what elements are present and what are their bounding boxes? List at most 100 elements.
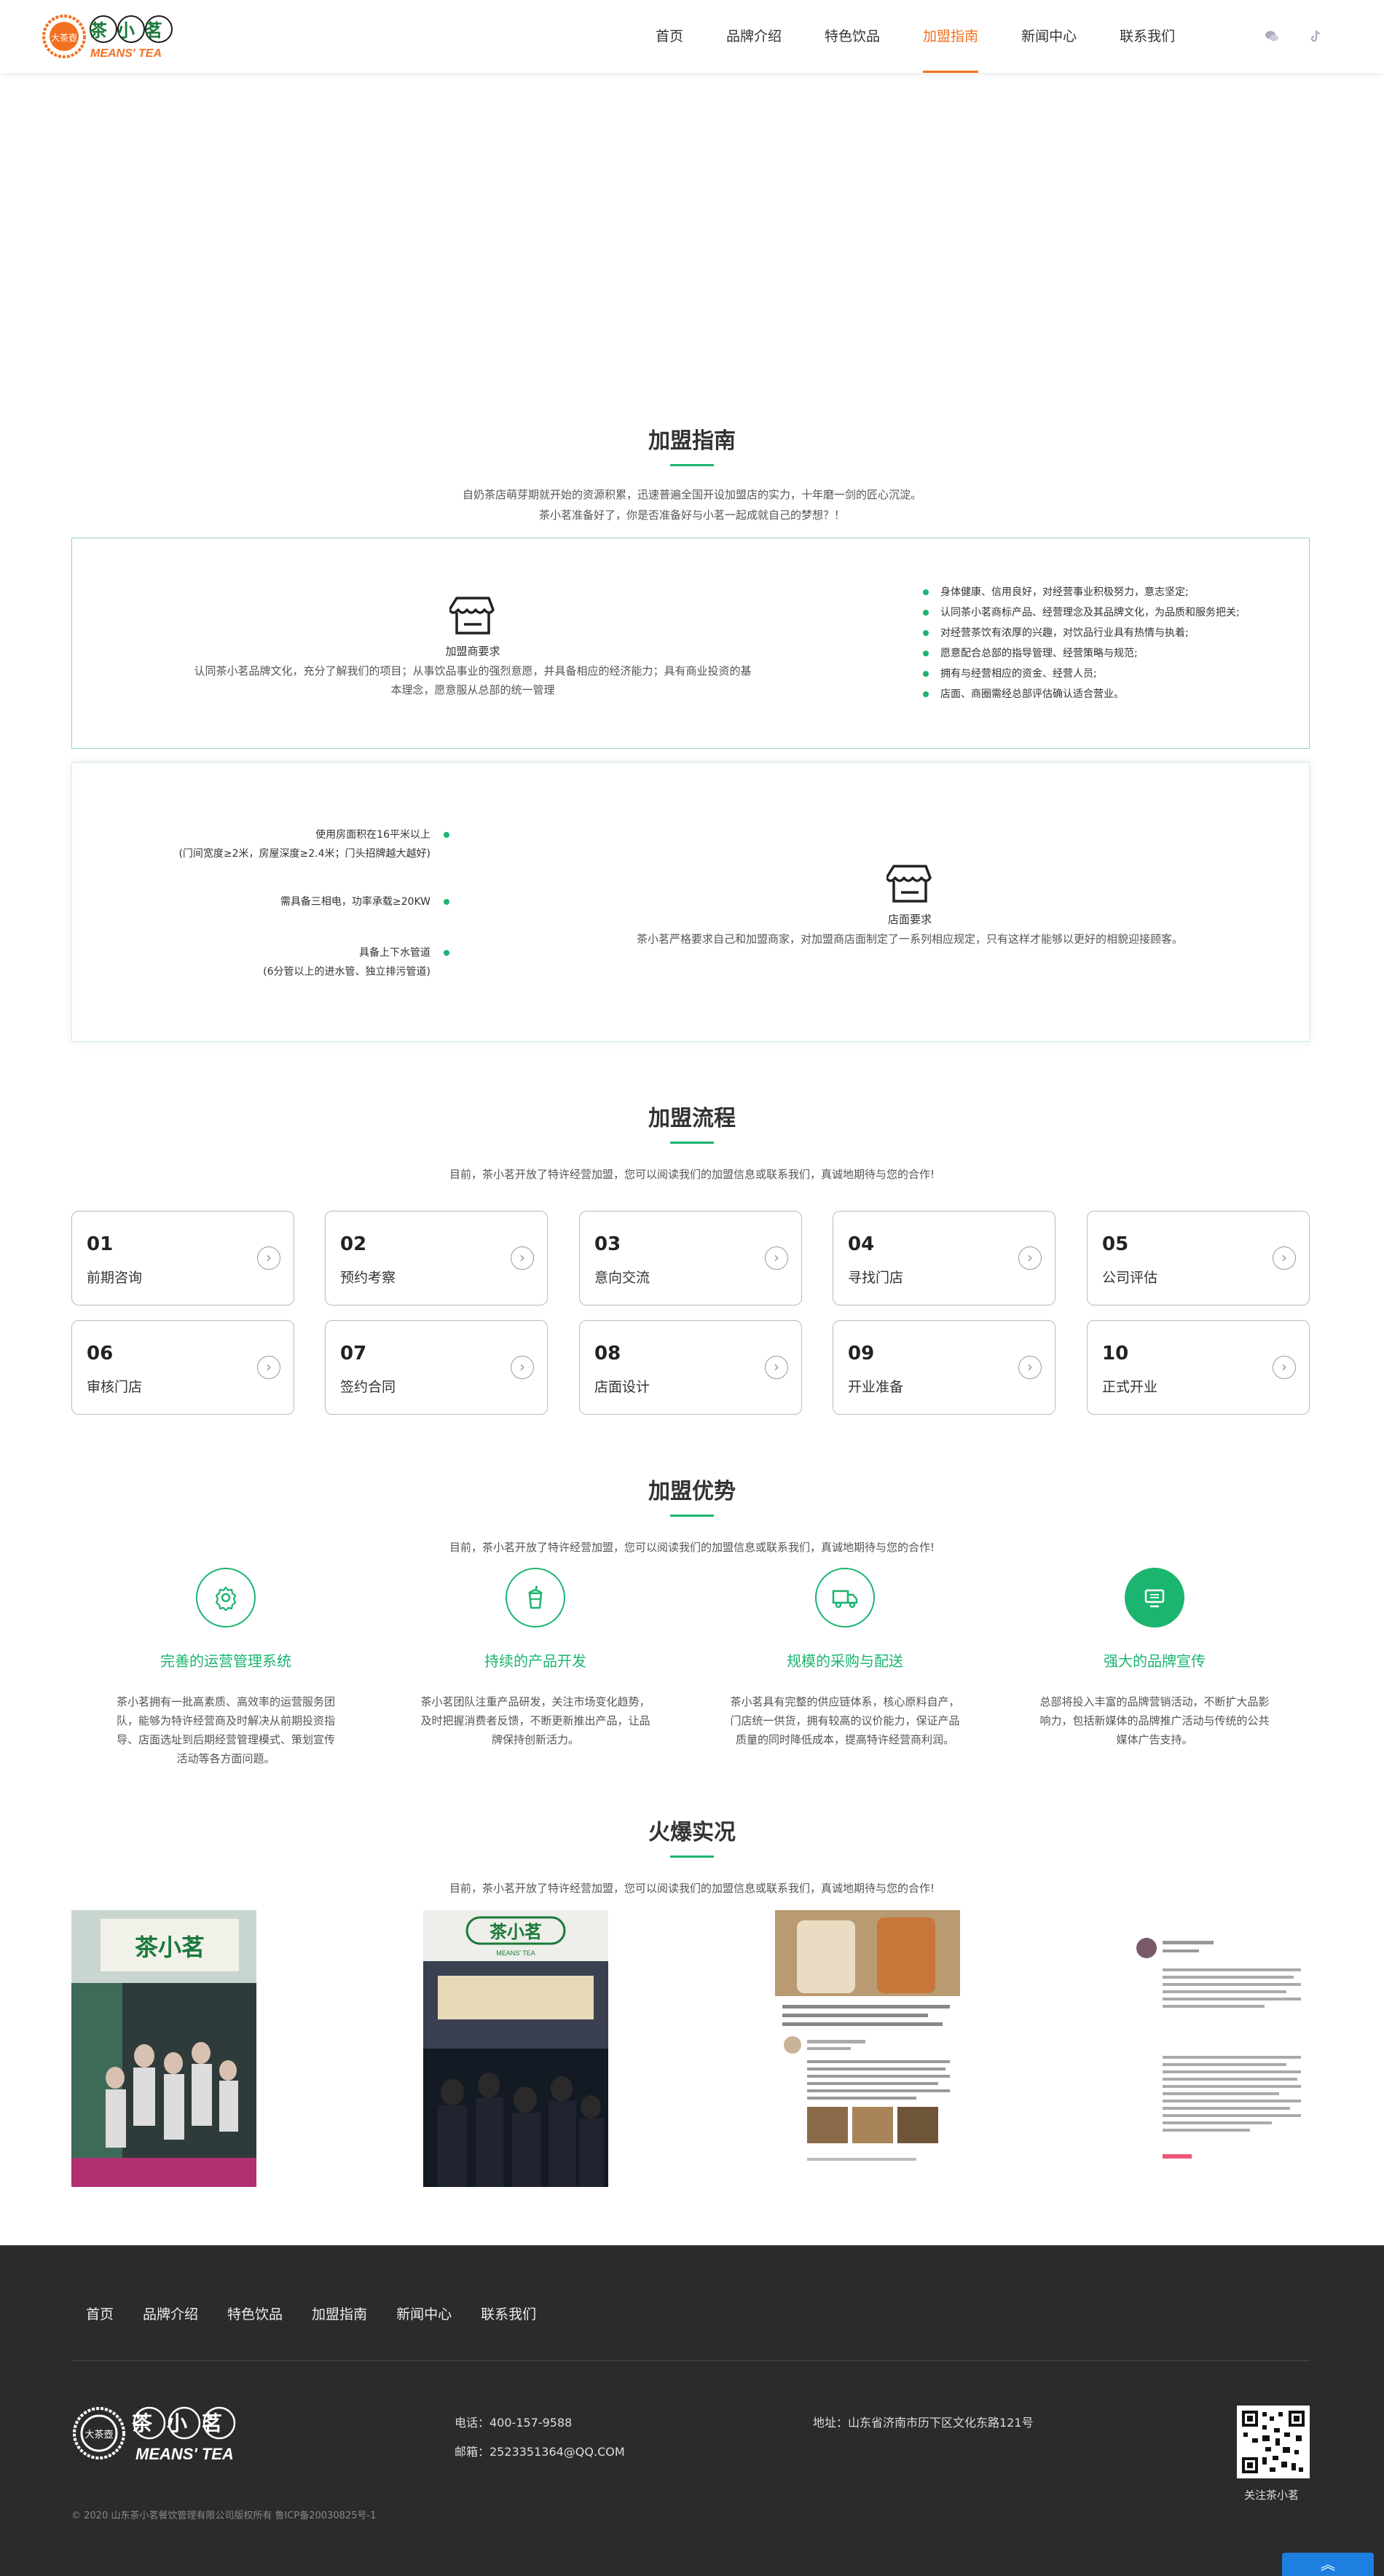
list-item: 身体健康、信用良好，对经营事业积极努力，意志坚定; — [923, 582, 1240, 602]
store-requirements-label: 店面要求 — [887, 913, 932, 926]
store-bullet-water: 具备上下水管道 (6分管以上的进水管、独立排污管道) — [263, 943, 449, 981]
step-label: 意向交流 — [594, 1270, 650, 1286]
franchisee-text-line2: 本理念，愿意服从总部的统一管理 — [390, 683, 555, 696]
store-bullet-line: 需具备三相电，功率承载≥20KW — [280, 896, 430, 908]
franchisee-requirements: 加盟商要求 认同茶小茗品牌文化，充分了解我们的项目；从事饮品事业的强烈意愿，并具… — [145, 594, 801, 699]
list-item: 愿意配合总部的指导管理、经营策略与规范; — [923, 643, 1240, 664]
process-step-card[interactable]: 05 公司评估 › — [1087, 1211, 1310, 1305]
showcase-photo[interactable]: 茶小茗 MEANS' TEA — [423, 1910, 608, 2187]
step-label: 店面设计 — [594, 1379, 650, 1395]
process-step-card[interactable]: 09 开业准备 › — [833, 1320, 1055, 1415]
step-number: 10 — [1102, 1343, 1129, 1364]
showcase-photo[interactable] — [775, 1910, 960, 2187]
process-step-card[interactable]: 01 前期咨询 › — [71, 1211, 294, 1305]
footer-nav-brand[interactable]: 品牌介绍 — [143, 2304, 198, 2323]
advantage-text-line: 总部将投入丰富的品牌营销活动，不断扩大品影 — [1039, 1695, 1270, 1708]
footer-nav-franchise[interactable]: 加盟指南 — [312, 2304, 367, 2323]
process-step-card[interactable]: 03 意向交流 › — [579, 1211, 802, 1305]
footer-address: 地址：山东省济南市历下区文化东路121号 — [813, 2416, 1034, 2430]
advantage-item: 强大的品牌宣传 总部将投入丰富的品牌营销活动，不断扩大品影 响力，包括新媒体的品… — [1034, 1568, 1275, 1749]
nav-contact[interactable]: 联系我们 — [1120, 0, 1175, 73]
list-item: 拥有与经营相应的资金、经营人员; — [923, 664, 1240, 684]
nav-franchise[interactable]: 加盟指南 — [923, 0, 979, 73]
advantage-text-line: 导、店面选址到后期经营管理模式、策划宣传 — [116, 1733, 335, 1746]
nav-brand[interactable]: 品牌介绍 — [726, 0, 782, 73]
nav-drinks[interactable]: 特色饮品 — [825, 0, 880, 73]
advantages-title-underline — [670, 1515, 714, 1517]
chevron-right-icon[interactable]: › — [765, 1356, 788, 1379]
nav-home[interactable]: 首页 — [656, 0, 683, 73]
process-step-card[interactable]: 02 预约考察 › — [325, 1211, 548, 1305]
site-header: 大茶壺 茶小茗 MEANS' TEA 首页 品牌介绍 特色饮品 加盟指南 新闻中… — [0, 0, 1384, 73]
wechat-icon[interactable] — [1265, 29, 1279, 44]
chevron-right-icon[interactable]: › — [257, 1246, 280, 1270]
store-bullet-line: 具备上下水管道 — [359, 947, 430, 959]
svg-text:茶小茗: 茶小茗 — [135, 1933, 205, 1961]
chevron-right-icon[interactable]: › — [1273, 1356, 1296, 1379]
step-number: 02 — [340, 1233, 367, 1255]
chevron-right-icon[interactable]: › — [511, 1246, 534, 1270]
footer-divider — [71, 2360, 1310, 2361]
chevron-right-icon[interactable]: › — [511, 1356, 534, 1379]
monitor-icon — [1125, 1568, 1184, 1627]
chevron-right-icon[interactable]: › — [1273, 1246, 1296, 1270]
qr-label: 关注茶小茗 — [1244, 2489, 1300, 2502]
advantage-text-line: 响力，包括新媒体的品牌推广活动与传统的公共 — [1039, 1714, 1270, 1727]
showcase-title: 火爆实况 — [648, 1820, 736, 1845]
nav-news[interactable]: 新闻中心 — [1021, 0, 1077, 73]
step-number: 08 — [594, 1343, 621, 1364]
chevron-right-icon[interactable]: › — [1018, 1246, 1042, 1270]
footer-logo[interactable]: 大茶壺 茶小茗 MEANS' TEA — [71, 2406, 253, 2464]
back-to-top-button[interactable]: ︽ — [1282, 2553, 1374, 2576]
process-step-card[interactable]: 04 寻找门店 › — [833, 1211, 1055, 1305]
step-number: 09 — [848, 1343, 875, 1364]
svg-text:茶小茗: 茶小茗 — [90, 20, 173, 41]
advantage-title: 完善的运营管理系统 — [160, 1652, 291, 1670]
chevron-up-icon: ︽ — [1321, 2556, 1335, 2573]
store-requirements: 店面要求 茶小茗严格要求自己和加盟商家，对加盟商店面制定了一系列相应规定，只有这… — [582, 862, 1238, 949]
advantage-text-line: 质量的同时降低成本，提高特许经营商利润。 — [735, 1733, 954, 1746]
footer-nav-news[interactable]: 新闻中心 — [396, 2304, 452, 2323]
store-requirements-text: 茶小茗严格要求自己和加盟商家，对加盟商店面制定了一系列相应规定，只有这样才能够以… — [636, 932, 1183, 946]
svg-text:大茶壺: 大茶壺 — [84, 2429, 113, 2440]
advantages-desc: 目前，茶小茗开放了特许经营加盟，您可以阅读我们的加盟信息或联系我们，真诚地期待与… — [449, 1541, 935, 1554]
showcase-photo[interactable] — [1125, 1910, 1310, 2187]
gear-icon — [196, 1568, 256, 1627]
showcase-photo[interactable]: 茶小茗 — [71, 1910, 256, 2187]
franchisee-requirements-text: 认同茶小茗品牌文化，充分了解我们的项目；从事饮品事业的强烈意愿，并具备相应的经济… — [145, 661, 801, 699]
brand-logo[interactable]: 大茶壺 茶小茗 MEANS' TEA — [42, 13, 188, 61]
store-bullet-area: 使用房面积在16平米以上 (门间宽度≥2米，房屋深度≥2.4米；门头招牌越大越好… — [178, 825, 449, 863]
advantage-text-line: 媒体广告支持。 — [1116, 1733, 1193, 1746]
advantage-title: 规模的采购与配送 — [787, 1652, 903, 1670]
chevron-right-icon[interactable]: › — [765, 1246, 788, 1270]
advantage-text: 茶小茗团队注重产品研发，关注市场变化趋势， 及时把握消费者反馈，不断更新推出产品… — [415, 1692, 656, 1749]
process-step-card[interactable]: 07 签约合同 › — [325, 1320, 548, 1415]
footer-nav-drinks[interactable]: 特色饮品 — [227, 2304, 283, 2323]
guide-desc-line2: 茶小茗准备好了，你是否准备好与小茗一起成就自己的梦想？！ — [538, 508, 845, 522]
footer-email[interactable]: 邮箱：2523351364@QQ.COM — [455, 2442, 625, 2459]
chevron-right-icon[interactable]: › — [1018, 1356, 1042, 1379]
svg-text:茶小茗: 茶小茗 — [132, 2411, 237, 2435]
franchisee-requirements-box: 加盟商要求 认同茶小茗品牌文化，充分了解我们的项目；从事饮品事业的强烈意愿，并具… — [71, 538, 1310, 749]
process-step-card[interactable]: 08 店面设计 › — [579, 1320, 802, 1415]
advantage-text-line: 活动等各方面问题。 — [176, 1752, 275, 1765]
guide-desc: 自奶茶店萌芽期就开始的资源积累，迅速普遍全国开设加盟店的实力，十年磨一剑的匠心沉… — [0, 484, 1384, 525]
store-icon — [885, 865, 932, 903]
step-label: 正式开业 — [1102, 1379, 1158, 1395]
step-label: 开业准备 — [848, 1379, 904, 1395]
svg-text:大茶壺: 大茶壺 — [51, 32, 77, 43]
guide-desc-line1: 自奶茶店萌芽期就开始的资源积累，迅速普遍全国开设加盟店的实力，十年磨一剑的匠心沉… — [462, 488, 921, 501]
franchisee-requirements-label: 加盟商要求 — [445, 645, 500, 658]
process-step-card[interactable]: 10 正式开业 › — [1087, 1320, 1310, 1415]
process-step-card[interactable]: 06 审核门店 › — [71, 1320, 294, 1415]
footer-nav-contact[interactable]: 联系我们 — [481, 2304, 536, 2323]
footer-nav-home[interactable]: 首页 — [86, 2304, 114, 2323]
tiktok-icon[interactable] — [1308, 29, 1323, 44]
process-desc: 目前，茶小茗开放了特许经营加盟，您可以阅读我们的加盟信息或联系我们，真诚地期待与… — [449, 1168, 935, 1181]
advantage-text-line: 及时把握消费者反馈，不断更新推出产品，让品 — [420, 1714, 650, 1727]
advantage-text: 茶小茗拥有一批高素质、高效率的运营服务团 队，能够为特许经营商及时解决从前期投资… — [106, 1692, 346, 1768]
store-bullet-line: 使用房面积在16平米以上 — [315, 829, 430, 841]
footer-phone: 电话：400-157-9588 — [455, 2416, 573, 2430]
chevron-right-icon[interactable]: › — [257, 1356, 280, 1379]
advantage-text-line: 茶小茗团队注重产品研发，关注市场变化趋势， — [420, 1695, 650, 1708]
